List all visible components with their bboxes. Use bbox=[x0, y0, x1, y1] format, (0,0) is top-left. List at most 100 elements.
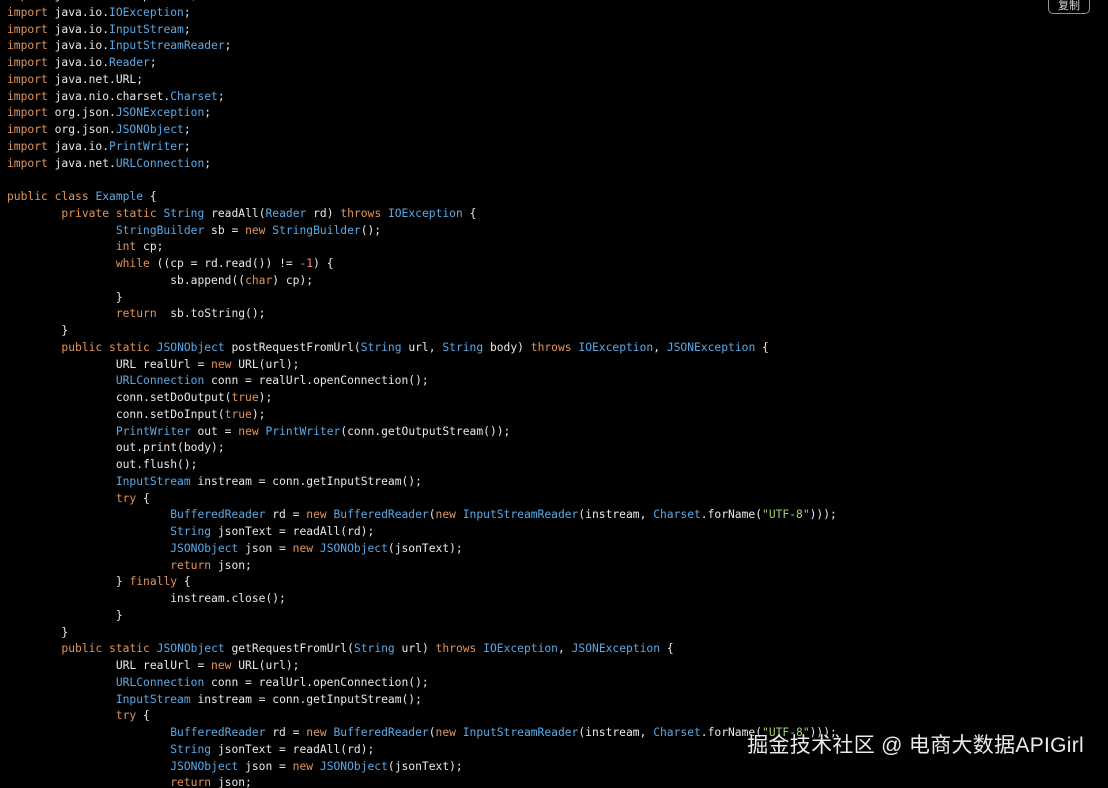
code-type: PrintWriter bbox=[115, 424, 191, 438]
code-text: .forName( bbox=[700, 726, 763, 739]
code-line: String jsonText = readAll(rd); bbox=[7, 742, 1108, 759]
code-text: URL(url); bbox=[231, 659, 300, 672]
code-keyword: import bbox=[7, 72, 48, 86]
code-text: java.util.Properties; bbox=[48, 0, 198, 2]
code-text: url) bbox=[394, 642, 436, 656]
code-line: public class Example { bbox=[7, 189, 1108, 206]
code-line: return sb.toString(); bbox=[7, 306, 1108, 323]
code-text: { bbox=[136, 709, 150, 723]
code-text: ) cp); bbox=[272, 273, 314, 287]
code-keyword: new bbox=[292, 759, 314, 773]
code-line: InputStream instream = conn.getInputStre… bbox=[7, 474, 1108, 491]
code-text: conn = realUrl.openConnection(); bbox=[204, 374, 429, 388]
code-text: conn = realUrl.openConnection(); bbox=[204, 675, 429, 689]
code-keyword: public bbox=[61, 340, 103, 354]
code-type: BufferedReader bbox=[170, 508, 266, 522]
code-type: PrintWriter bbox=[265, 424, 341, 438]
code-keyword: new bbox=[211, 659, 232, 672]
code-keyword: throws bbox=[340, 206, 382, 220]
code-line: import java.io.InputStreamReader; bbox=[7, 38, 1108, 55]
code-text: , bbox=[653, 340, 667, 354]
code-keyword: import bbox=[7, 5, 48, 19]
code-type: InputStreamReader bbox=[462, 508, 579, 522]
code-line: URL realUrl = new URL(url); bbox=[7, 357, 1108, 374]
code-type: BufferedReader bbox=[170, 726, 266, 739]
code-keyword: static bbox=[109, 340, 150, 354]
code-line: private static String readAll(Reader rd)… bbox=[7, 206, 1108, 223]
code-text: (); bbox=[360, 223, 382, 237]
code-type: JSONException bbox=[115, 106, 205, 120]
code-line: sb.append((char) cp); bbox=[7, 273, 1108, 290]
code-keyword: import bbox=[7, 139, 48, 153]
code-text: ( bbox=[428, 726, 436, 739]
code-type: String bbox=[353, 642, 395, 656]
code-text: ; bbox=[183, 139, 191, 153]
code-keyword: new bbox=[435, 508, 456, 522]
code-text: ) { bbox=[313, 257, 334, 270]
code-type: InputStream bbox=[109, 22, 184, 36]
code-block: import java.util.Properties;import java.… bbox=[0, 0, 1108, 788]
code-text: out = bbox=[190, 424, 239, 438]
code-keyword: true bbox=[224, 407, 252, 421]
code-text: org.json. bbox=[47, 106, 116, 120]
code-text: instream = conn.getInputStream(); bbox=[190, 692, 422, 706]
code-text: readAll( bbox=[204, 206, 266, 220]
code-line: JSONObject json = new JSONObject(jsonTex… bbox=[7, 541, 1108, 558]
code-text: } bbox=[7, 625, 69, 639]
code-text: rd = bbox=[265, 508, 307, 522]
code-line: InputStream instream = conn.getInputStre… bbox=[7, 692, 1108, 709]
code-text: java.net.URL; bbox=[47, 72, 144, 86]
code-text: instream = conn.getInputStream(); bbox=[190, 474, 422, 488]
code-text: (conn.getOutputStream()); bbox=[340, 424, 511, 438]
code-line: import java.io.PrintWriter; bbox=[7, 139, 1108, 156]
code-number: -1 bbox=[299, 257, 314, 270]
code-line: JSONObject json = new JSONObject(jsonTex… bbox=[7, 759, 1108, 776]
code-type: IOException bbox=[483, 642, 558, 656]
code-keyword: static bbox=[115, 206, 157, 220]
code-text: } bbox=[7, 608, 123, 622]
code-text: url, bbox=[401, 340, 443, 354]
code-text: ; bbox=[224, 39, 232, 53]
code-line: while ((cp = rd.read()) != -1) { bbox=[7, 256, 1108, 273]
copy-button[interactable]: 复制 bbox=[1048, 0, 1090, 14]
code-type: URLConnection bbox=[115, 156, 205, 170]
code-type: String bbox=[360, 340, 402, 354]
code-type: JSONObject bbox=[156, 340, 225, 354]
code-line: int cp; bbox=[7, 239, 1108, 256]
code-text: sb = bbox=[204, 223, 246, 237]
code-line: instream.close(); bbox=[7, 591, 1108, 608]
code-text: json = bbox=[238, 759, 293, 773]
code-text: { bbox=[660, 642, 674, 656]
code-text: { bbox=[462, 206, 477, 220]
code-keyword: throws bbox=[530, 340, 572, 354]
code-type: JSONObject bbox=[170, 541, 239, 555]
code-line: import java.nio.charset.Charset; bbox=[7, 89, 1108, 106]
code-keyword: new bbox=[292, 541, 314, 555]
code-line: public static JSONObject postRequestFrom… bbox=[7, 340, 1108, 357]
code-keyword: int bbox=[115, 240, 137, 254]
code-line: URLConnection conn = realUrl.openConnect… bbox=[7, 675, 1108, 692]
code-type: String bbox=[163, 206, 205, 220]
code-type: JSONException bbox=[666, 340, 756, 354]
code-keyword: import bbox=[7, 0, 48, 2]
code-line: import java.io.Reader; bbox=[7, 55, 1108, 72]
code-line: import java.net.URL; bbox=[7, 72, 1108, 89]
code-type: Charset bbox=[653, 508, 701, 522]
code-keyword: import bbox=[7, 123, 48, 136]
code-text: java.nio.charset. bbox=[47, 89, 171, 103]
code-keyword: return bbox=[170, 776, 212, 788]
code-type: JSONObject bbox=[319, 541, 388, 555]
code-text: java.net. bbox=[47, 156, 116, 170]
